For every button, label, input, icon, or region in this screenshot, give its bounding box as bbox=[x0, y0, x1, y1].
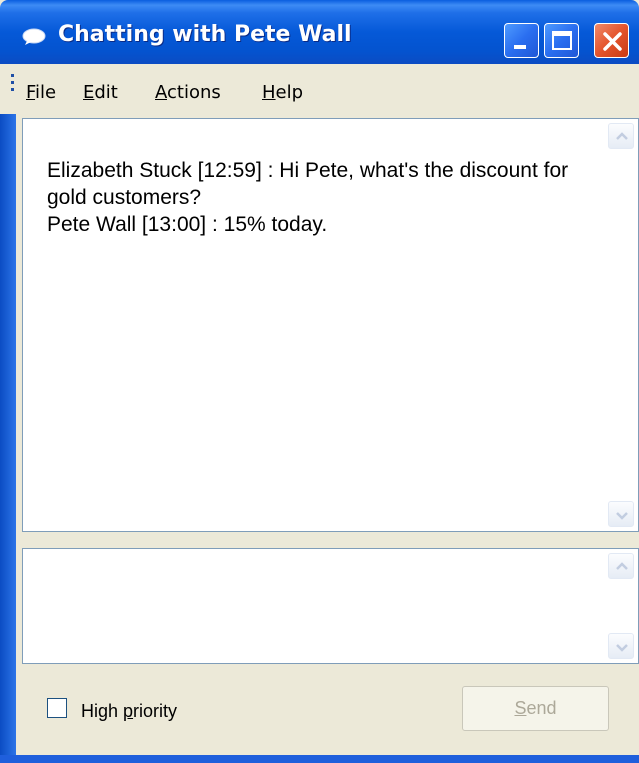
menu-grip-icon bbox=[11, 74, 14, 91]
chevron-down-icon bbox=[616, 512, 628, 520]
transcript-scrollbar[interactable] bbox=[608, 123, 634, 527]
input-scrollbar[interactable] bbox=[608, 553, 634, 659]
menu-file-label: ile bbox=[35, 82, 57, 103]
send-button[interactable]: Send bbox=[462, 686, 609, 731]
menu-actions-accel: A bbox=[155, 82, 167, 103]
menu-help-label: elp bbox=[275, 82, 304, 103]
high-priority-label-accel: p bbox=[123, 701, 134, 721]
transcript-scroll-down-button[interactable] bbox=[608, 501, 634, 527]
menu-help[interactable]: Help bbox=[262, 82, 303, 103]
title-bar[interactable]: Chatting with Pete Wall bbox=[0, 0, 639, 64]
menu-edit-accel: E bbox=[83, 82, 95, 103]
send-button-accel: S bbox=[514, 698, 527, 718]
transcript-text: Elizabeth Stuck [12:59] : Hi Pete, what'… bbox=[47, 157, 587, 238]
message-input[interactable] bbox=[22, 548, 639, 664]
close-button[interactable] bbox=[594, 23, 629, 58]
maximize-icon bbox=[552, 31, 572, 50]
menu-file[interactable]: File bbox=[26, 82, 56, 103]
menu-bar: File Edit Actions Help bbox=[0, 64, 639, 114]
window-frame-bottom bbox=[0, 755, 639, 763]
chat-window: Chatting with Pete Wall File Edit Action… bbox=[0, 0, 639, 763]
window-frame-left bbox=[0, 64, 16, 763]
input-scroll-down-button[interactable] bbox=[608, 633, 634, 659]
window-title: Chatting with Pete Wall bbox=[58, 22, 352, 47]
send-button-label: end bbox=[526, 698, 557, 718]
maximize-button[interactable] bbox=[544, 23, 579, 58]
menu-file-accel: F bbox=[26, 82, 36, 103]
chat-transcript[interactable]: Elizabeth Stuck [12:59] : Hi Pete, what'… bbox=[22, 118, 639, 532]
high-priority-label-post: riority bbox=[133, 701, 178, 721]
transcript-scroll-up-button[interactable] bbox=[608, 123, 634, 149]
menu-edit[interactable]: Edit bbox=[83, 82, 118, 103]
chat-bubble-icon bbox=[22, 28, 46, 45]
high-priority-label-pre: High bbox=[81, 701, 124, 721]
menu-actions-label: ctions bbox=[167, 82, 221, 103]
transcript-message: Elizabeth Stuck [12:59] : Hi Pete, what'… bbox=[47, 159, 574, 209]
high-priority-label[interactable]: High priority bbox=[81, 701, 177, 722]
menu-actions[interactable]: Actions bbox=[155, 82, 221, 103]
chevron-up-icon bbox=[616, 132, 628, 140]
minimize-icon bbox=[514, 45, 526, 49]
chevron-up-icon bbox=[616, 562, 628, 570]
minimize-button[interactable] bbox=[504, 23, 539, 58]
transcript-message: Pete Wall [13:00] : 15% today. bbox=[47, 213, 328, 236]
input-scroll-up-button[interactable] bbox=[608, 553, 634, 579]
menu-help-accel: H bbox=[262, 82, 276, 103]
menu-edit-label: dit bbox=[94, 82, 118, 103]
high-priority-checkbox[interactable] bbox=[47, 698, 67, 718]
close-icon bbox=[603, 32, 622, 51]
chevron-down-icon bbox=[616, 644, 628, 652]
pane-splitter[interactable] bbox=[22, 532, 639, 548]
